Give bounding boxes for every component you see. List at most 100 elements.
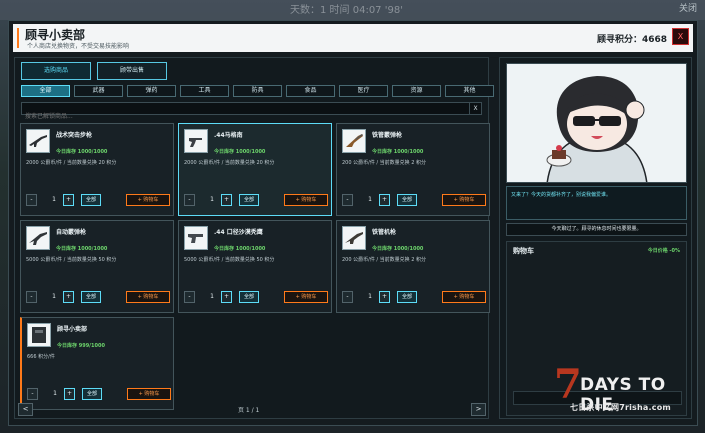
qty-value[interactable]: 1 (202, 194, 222, 206)
category-resources[interactable]: 资源 (392, 85, 441, 97)
qty-minus-button[interactable]: - (26, 291, 37, 303)
qty-all-button[interactable]: 全部 (81, 194, 101, 206)
product-card[interactable]: .44 口径沙漠秃鹰 今日库存 1000/1000 5000 公爵币/件 / 当… (178, 220, 332, 313)
close-button[interactable]: X (672, 28, 689, 45)
cart-price-label: 今日价格 -0% (647, 248, 680, 254)
add-to-cart-button[interactable]: + 购物车 (284, 291, 328, 303)
product-name: 铁管机枪 (372, 229, 397, 236)
qty-plus-button[interactable]: + (63, 291, 74, 303)
next-page-button[interactable]: > (471, 403, 486, 416)
category-armor[interactable]: 防具 (233, 85, 282, 97)
npc-dialogue: 又来了？今天的货都补齐了，别说我偏爱谁。 (506, 186, 687, 220)
qty-minus-button[interactable]: - (26, 194, 37, 206)
qty-plus-button[interactable]: + (64, 388, 75, 400)
shop-header: 顾寻小卖部 个人商店兑换物资，不受交易技能影响 顾寻积分：4668 X (13, 24, 693, 52)
qty-all-button[interactable]: 全部 (239, 194, 259, 206)
category-food[interactable]: 食品 (286, 85, 335, 97)
category-tabs: 全部 武器 弹药 工具 防具 食品 医疗 资源 其他 (21, 85, 494, 97)
category-medical[interactable]: 医疗 (339, 85, 388, 97)
auto-shotgun-icon (26, 226, 50, 250)
product-controls: - 1 + 全部 + 购物车 (26, 291, 170, 304)
qty-plus-button[interactable]: + (63, 194, 74, 206)
search-input[interactable] (22, 111, 462, 122)
product-card[interactable]: 自动霰弹枪 今日库存 1000/1000 5000 公爵币/件 / 当前数量兑换… (20, 220, 174, 313)
header-accent (17, 28, 19, 48)
product-stock: 今日库存 1000/1000 (214, 246, 266, 252)
product-stock: 今日库存 1000/1000 (56, 149, 108, 155)
add-to-cart-button[interactable]: + 购物车 (126, 194, 170, 206)
product-card[interactable]: 战术突击步枪 今日库存 1000/1000 2000 公爵币/件 / 当前数量兑… (20, 123, 174, 216)
add-to-cart-button[interactable]: + 购物车 (127, 388, 171, 400)
tab-sell[interactable]: 顾带出售 (97, 62, 167, 80)
qty-value[interactable]: 1 (360, 194, 380, 206)
product-name: .44 口径沙漠秃鹰 (214, 229, 263, 236)
category-all[interactable]: 全部 (21, 85, 70, 97)
add-to-cart-button[interactable]: + 购物车 (284, 194, 328, 206)
product-controls: - 1 + 全部 + 购物车 (184, 291, 328, 304)
page-indicator: 页 1 / 1 (238, 407, 260, 414)
qty-value[interactable]: 1 (45, 388, 65, 400)
qty-minus-button[interactable]: - (184, 291, 195, 303)
revolver-icon (184, 129, 208, 153)
qty-value[interactable]: 1 (360, 291, 380, 303)
pagination: < 页 1 / 1 > (18, 403, 486, 416)
product-controls: - 1 + 全部 + 购物车 (26, 194, 170, 207)
cart-title: 购物车 (513, 247, 534, 255)
category-weapons[interactable]: 武器 (74, 85, 123, 97)
product-desc: 666 积分/件 (27, 354, 55, 360)
product-controls: - 1 + 全部 + 购物车 (342, 291, 486, 304)
rifle-icon (26, 129, 50, 153)
qty-minus-button[interactable]: - (27, 388, 38, 400)
product-card[interactable]: 顾寻小卖部 今日库存 999/1000 666 积分/件 - 1 + 全部 + … (20, 317, 174, 410)
qty-plus-button[interactable]: + (221, 194, 232, 206)
npc-avatar-illustration (507, 64, 686, 182)
category-other[interactable]: 其他 (445, 85, 494, 97)
qty-minus-button[interactable]: - (184, 194, 195, 206)
add-to-cart-button[interactable]: + 购物车 (442, 291, 486, 303)
add-to-cart-button[interactable]: + 购物车 (126, 291, 170, 303)
qty-plus-button[interactable]: + (379, 291, 390, 303)
product-card[interactable]: .44马格南 今日库存 1000/1000 2000 公爵币/件 / 当前数量兑… (178, 123, 332, 216)
qty-value[interactable]: 1 (44, 194, 64, 206)
qty-value[interactable]: 1 (202, 291, 222, 303)
product-controls: - 1 + 全部 + 购物车 (27, 388, 171, 401)
product-name: 顾寻小卖部 (57, 326, 88, 333)
qty-all-button[interactable]: 全部 (397, 194, 417, 206)
shop-subtitle: 个人商店兑换物资，不受交易技能影响 (27, 43, 130, 50)
tab-buy[interactable]: 选购商品 (21, 62, 91, 80)
qty-plus-button[interactable]: + (379, 194, 390, 206)
qty-all-button[interactable]: 全部 (239, 291, 259, 303)
qty-minus-button[interactable]: - (342, 194, 353, 206)
product-desc: 2000 公爵币/件 / 当前数量兑换 20 积分 (26, 160, 117, 166)
product-stock: 今日库存 1000/1000 (214, 149, 266, 155)
search-clear-button[interactable]: X (469, 103, 481, 114)
qty-all-button[interactable]: 全部 (81, 291, 101, 303)
pistol-icon (184, 226, 208, 250)
qty-all-button[interactable]: 全部 (397, 291, 417, 303)
product-stock: 今日库存 1000/1000 (372, 246, 424, 252)
product-desc: 5000 公爵币/件 / 当前数量兑换 50 积分 (184, 257, 275, 263)
qty-plus-button[interactable]: + (221, 291, 232, 303)
qty-value[interactable]: 1 (44, 291, 64, 303)
category-tools[interactable]: 工具 (180, 85, 229, 97)
product-card[interactable]: 铁管霰弹枪 今日库存 1000/1000 200 公爵币/件 / 当前数量兑换 … (336, 123, 490, 216)
search-bar: X (21, 102, 482, 122)
logo-seven: 7 (554, 361, 582, 408)
qty-all-button[interactable]: 全部 (82, 388, 102, 400)
npc-notice: 今天聊过了。顾寻的休息时间也要限量。 (506, 223, 687, 236)
game-logo: 7 DAYS TO DIE 七日杀中文网7risha.com (554, 365, 699, 420)
hud-close: 关闭 (678, 4, 697, 14)
product-controls: - 1 + 全部 + 购物车 (342, 194, 486, 207)
product-desc: 2000 公爵币/件 / 当前数量兑换 20 积分 (184, 160, 275, 166)
add-to-cart-button[interactable]: + 购物车 (442, 194, 486, 206)
category-ammo[interactable]: 弹药 (127, 85, 176, 97)
product-name: 战术突击步枪 (56, 132, 93, 139)
product-desc: 5000 公爵币/件 / 当前数量兑换 50 积分 (26, 257, 117, 263)
product-card[interactable]: 铁管机枪 今日库存 1000/1000 200 公爵币/件 / 当前数量兑换 2… (336, 220, 490, 313)
points-display: 顾寻积分：4668 (596, 35, 667, 45)
product-controls: - 1 + 全部 + 购物车 (184, 194, 328, 207)
qty-minus-button[interactable]: - (342, 291, 353, 303)
product-stock: 今日库存 999/1000 (57, 343, 105, 349)
machine-gun-icon (342, 226, 366, 250)
prev-page-button[interactable]: < (18, 403, 33, 416)
